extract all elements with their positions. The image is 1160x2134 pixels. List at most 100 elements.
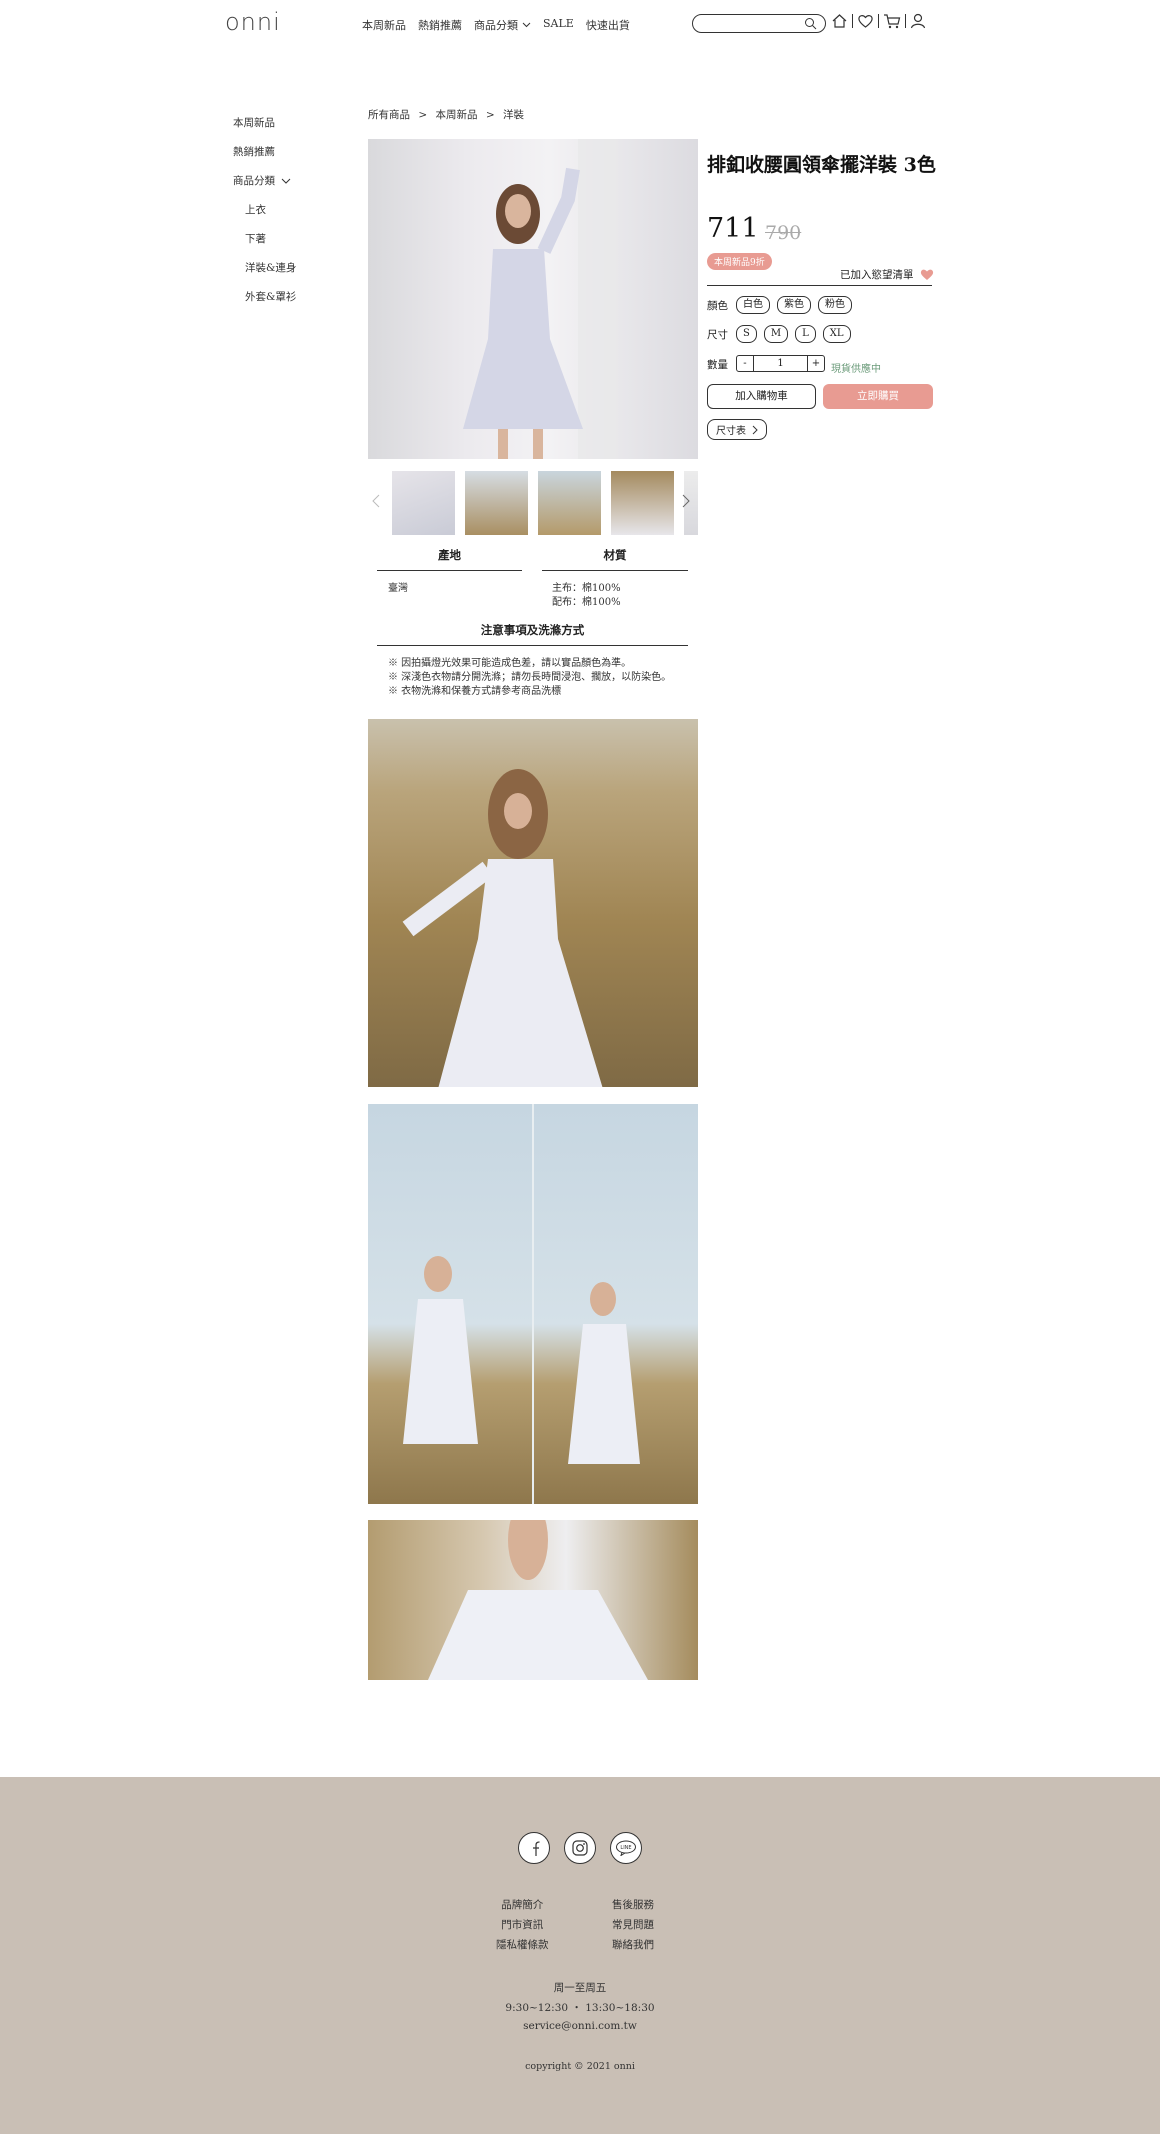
divider [377,645,688,646]
instagram-link[interactable] [564,1832,596,1864]
wishlist-label: 已加入慾望清單 [840,269,914,281]
product-title: 排釦收腰圓領傘擺洋裝 3色 [707,154,936,176]
nav-categories[interactable]: 商品分類 [474,17,531,33]
size-chart-button[interactable]: 尺寸表 [707,419,767,440]
product-thumbnail[interactable] [465,471,528,535]
color-option-pink[interactable]: 粉色 [818,296,852,314]
line-icon: LINE [616,1840,636,1856]
nav-sale[interactable]: SALE [543,17,574,33]
color-label: 顏色 [707,300,728,312]
product-detail-photo [368,1104,698,1504]
product-original-price: 790 [765,222,802,244]
divider [707,285,932,286]
user-icon[interactable] [910,13,926,29]
brand-logo[interactable]: onni [225,8,281,36]
sidebar-item-best-sellers[interactable]: 熱銷推薦 [233,145,296,174]
nav-new-arrivals[interactable]: 本周新品 [362,17,406,33]
business-days: 周一至周五 [553,1982,607,1994]
footer-link-stores[interactable]: 門市資訊 [496,1915,549,1935]
quantity-stepper: - 1 + [736,355,825,372]
spec-origin-header: 產地 [438,548,461,562]
product-thumbnail[interactable] [538,471,601,535]
chevron-right-icon[interactable] [682,494,690,508]
promo-badge: 本周新品9折 [707,253,772,270]
copyright: copyright © 2021 onni [525,2061,635,2072]
size-option-l[interactable]: L [795,325,816,343]
breadcrumb-dresses[interactable]: 洋裝 [503,109,524,121]
footer-links-right: 售後服務 常見問題 聯絡我們 [612,1895,654,1955]
stock-status: 現貨供應中 [831,364,881,375]
sidebar-subitem-bottoms[interactable]: 下著 [233,232,296,261]
spec-material-lining: 配布：棉100% [552,597,621,608]
header-icons [831,13,926,29]
line-link[interactable]: LINE [610,1832,642,1864]
spec-material-values: 主布：棉100% 配布：棉100% [552,582,621,610]
quantity-increase-button[interactable]: + [808,358,824,369]
care-note: ※ 因拍攝燈光效果可能造成色差，請以實品顏色為準。 [388,658,632,669]
spec-material-main: 主布：棉100% [552,583,621,594]
chevron-down-icon [281,178,291,184]
heart-icon[interactable] [857,13,874,29]
chevron-left-icon[interactable] [372,494,380,508]
category-sidebar: 本周新品 熱銷推薦 商品分類 上衣 下著 洋裝&連身 外套&罩衫 [233,116,296,319]
spec-material-header: 材質 [603,548,627,562]
nav-best-sellers[interactable]: 熱銷推薦 [418,17,462,33]
product-detail-photo [368,719,698,1087]
sidebar-item-categories[interactable]: 商品分類 [233,174,296,203]
footer-link-faq[interactable]: 常見問題 [612,1915,654,1935]
search-icon[interactable] [804,17,817,30]
care-note: ※ 深淺色衣物請分開洗滌；請勿長時間浸泡、擱放，以防染色。 [388,672,672,683]
spec-care-notes: ※ 因拍攝燈光效果可能造成色差，請以實品顏色為準。 ※ 深淺色衣物請分開洗滌；請… [388,657,671,699]
sidebar-item-new-arrivals[interactable]: 本周新品 [233,116,296,145]
quantity-input[interactable]: 1 [753,356,808,371]
footer-link-contact[interactable]: 聯絡我們 [612,1935,654,1955]
color-option-white[interactable]: 白色 [736,296,770,314]
search-box [692,14,826,33]
size-option-s[interactable]: S [736,325,757,343]
divider [377,570,522,571]
size-label: 尺寸 [707,329,728,341]
add-to-cart-button[interactable]: 加入購物車 [707,384,816,409]
main-nav: 本周新品 熱銷推薦 商品分類 SALE 快速出貨 [362,17,630,33]
buy-now-button[interactable]: 立即購買 [823,384,933,409]
spec-origin-value: 臺灣 [388,583,408,594]
nav-categories-label: 商品分類 [474,19,518,32]
wishlist-toggle[interactable]: 已加入慾望清單 [840,267,934,282]
home-icon[interactable] [831,13,848,29]
breadcrumb-separator: > [418,109,428,121]
divider [852,14,853,28]
site-footer: LINE 品牌簡介 門市資訊 隱私權條款 售後服務 常見問題 聯絡我們 周一至周… [0,1777,1160,2134]
product-thumbnail[interactable] [392,471,455,535]
breadcrumb-separator: > [485,109,495,121]
spec-care-header: 注意事項及洗滌方式 [480,623,585,637]
quantity-label: 數量 [707,359,728,371]
footer-links-left: 品牌簡介 門市資訊 隱私權條款 [496,1895,549,1955]
breadcrumb: 所有商品 > 本周新品 > 洋裝 [368,107,524,122]
sidebar-subitem-outerwear[interactable]: 外套&罩衫 [233,290,296,319]
footer-link-after-sales[interactable]: 售後服務 [612,1895,654,1915]
footer-link-about[interactable]: 品牌簡介 [496,1895,549,1915]
size-option-xl[interactable]: XL [822,325,851,343]
breadcrumb-all-products[interactable]: 所有商品 [368,109,410,121]
product-detail-photo [368,1520,698,1680]
product-main-photo [368,139,698,459]
sidebar-subitem-tops[interactable]: 上衣 [233,203,296,232]
nav-quick-ship[interactable]: 快速出貨 [586,17,630,33]
quantity-decrease-button[interactable]: - [737,358,753,369]
color-option-purple[interactable]: 紫色 [777,296,811,314]
cart-icon[interactable] [883,13,901,29]
footer-link-privacy[interactable]: 隱私權條款 [496,1935,549,1955]
product-thumbnail[interactable] [611,471,674,535]
breadcrumb-new-arrivals[interactable]: 本周新品 [436,109,478,121]
sidebar-subitem-dresses[interactable]: 洋裝&連身 [233,261,296,290]
divider [878,14,879,28]
size-option-m[interactable]: M [763,325,789,343]
size-chart-label: 尺寸表 [716,426,746,437]
instagram-icon [572,1840,588,1856]
facebook-icon [533,1841,540,1856]
chevron-down-icon [522,22,531,28]
search-input[interactable] [701,15,805,32]
size-options: S M L XL [736,325,851,343]
facebook-link[interactable] [518,1832,550,1864]
footer-email[interactable]: service@onni.com.tw [0,2020,1160,2032]
